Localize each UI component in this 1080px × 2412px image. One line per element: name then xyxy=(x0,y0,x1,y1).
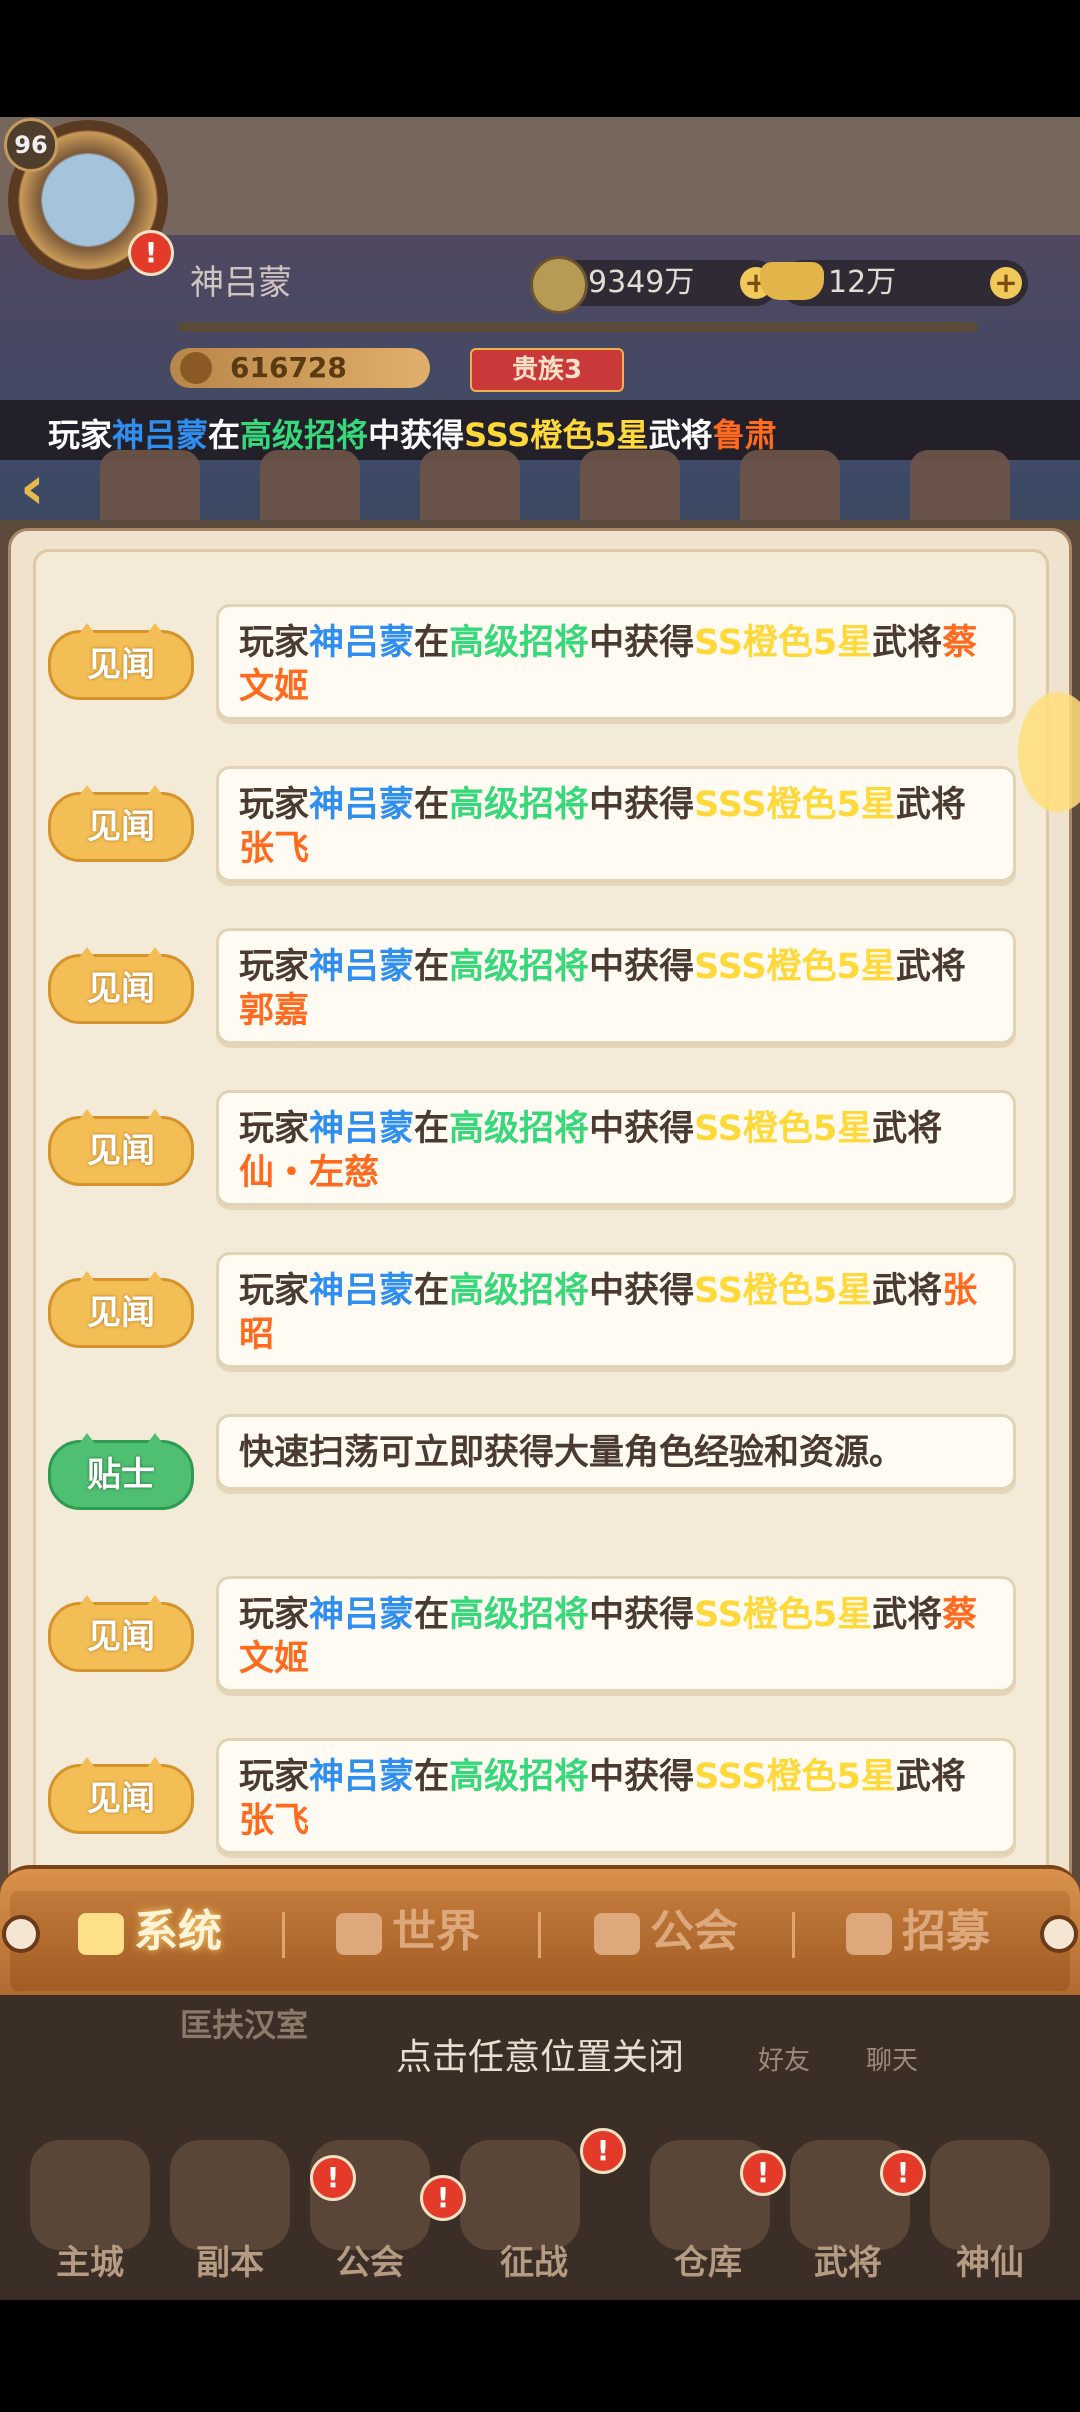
nav-label-battle[interactable]: 征战 xyxy=(500,2235,568,2284)
message-bubble: 玩家神吕蒙在高级招将中获得SS橙色5星武将蔡文姬 xyxy=(216,604,1016,720)
alert-badge: ! xyxy=(580,2128,626,2174)
tip-tag: 贴士 xyxy=(48,1433,194,1510)
system-nav-strip xyxy=(0,2300,1080,2412)
list-item: 见闻 玩家神吕蒙在高级招将中获得SS橙色5星武将张昭 xyxy=(0,1238,1080,1368)
tab-divider xyxy=(282,1912,285,1958)
alert-badge: ! xyxy=(740,2150,786,2196)
megaphone-icon xyxy=(78,1913,124,1955)
news-tag: 见闻 xyxy=(48,1757,194,1834)
coin-amount: 9349万 xyxy=(588,265,695,300)
guild-flag-icon xyxy=(594,1913,640,1955)
message-bubble: 玩家神吕蒙在高级招将中获得SSS橙色5星武将 郭嘉 xyxy=(216,928,1016,1044)
tab-recruit[interactable]: 招募 xyxy=(846,1902,990,1962)
news-tag: 见闻 xyxy=(48,785,194,862)
back-arrow-icon[interactable]: ‹ xyxy=(20,458,60,518)
power-display: 616728 xyxy=(170,348,430,388)
nav-label-storage[interactable]: 仓库 xyxy=(674,2235,742,2284)
paw-icon xyxy=(180,352,212,384)
close-hint[interactable]: 点击任意位置关闭 xyxy=(0,2028,1080,2080)
add-gold-button[interactable]: + xyxy=(990,267,1022,299)
list-item: 见闻 玩家神吕蒙在高级招将中获得SSS橙色5星武将 张飞 xyxy=(0,752,1080,882)
tab-system[interactable]: 系统 xyxy=(78,1902,222,1962)
rope-knot-right-icon xyxy=(1040,1915,1078,1953)
tab-divider xyxy=(538,1912,541,1958)
list-item: 见闻 玩家神吕蒙在高级招将中获得SS橙色5星武将仙・左慈 xyxy=(0,1076,1080,1206)
recruit-icon xyxy=(846,1913,892,1955)
nav-label-immortal[interactable]: 神仙 xyxy=(956,2235,1024,2284)
battle-icon[interactable] xyxy=(460,2140,580,2250)
sword-icon[interactable] xyxy=(170,2140,290,2250)
noble-rank-badge[interactable]: 贵族3 xyxy=(470,348,624,392)
list-item: 见闻 玩家神吕蒙在高级招将中获得SS橙色5星武将蔡文姬 xyxy=(0,1562,1080,1692)
coin-icon xyxy=(530,256,588,314)
nav-label-heroes[interactable]: 武将 xyxy=(814,2235,882,2284)
message-bubble: 玩家神吕蒙在高级招将中获得SS橙色5星武将蔡文姬 xyxy=(216,1576,1016,1692)
message-bubble: 玩家神吕蒙在高级招将中获得SSS橙色5星武将 张飞 xyxy=(216,1738,1016,1854)
immortal-cat-icon[interactable] xyxy=(930,2140,1050,2250)
list-item: 贴士 快速扫荡可立即获得大量角色经验和资源。 xyxy=(0,1400,1080,1530)
news-tag: 见闻 xyxy=(48,947,194,1024)
news-tag: 见闻 xyxy=(48,1271,194,1348)
player-name: 神吕蒙 xyxy=(190,263,292,303)
nav-label-dungeon[interactable]: 副本 xyxy=(196,2235,264,2284)
list-item: 见闻 玩家神吕蒙在高级招将中获得SSS橙色5星武将 郭嘉 xyxy=(0,914,1080,1044)
alert-badge: ! xyxy=(420,2175,466,2221)
nav-label-guild[interactable]: 公会 xyxy=(336,2235,404,2284)
news-tag: 见闻 xyxy=(48,1109,194,1186)
list-item: 见闻 玩家神吕蒙在高级招将中获得SS橙色5星武将蔡文姬 xyxy=(0,590,1080,720)
alert-badge: ! xyxy=(310,2155,356,2201)
tab-guild[interactable]: 公会 xyxy=(594,1902,738,1962)
news-tag: 见闻 xyxy=(48,1595,194,1672)
power-value: 616728 xyxy=(230,351,347,384)
message-bubble: 玩家神吕蒙在高级招将中获得SS橙色5星武将张昭 xyxy=(216,1252,1016,1368)
news-tag: 见闻 xyxy=(48,623,194,700)
nav-label-city[interactable]: 主城 xyxy=(56,2235,124,2284)
message-bubble: 玩家神吕蒙在高级招将中获得SSS橙色5星武将 张飞 xyxy=(216,766,1016,882)
gold-ingot-icon xyxy=(760,262,824,300)
coin-counter: 9349万 + xyxy=(530,256,778,314)
list-item: 见闻 玩家神吕蒙在高级招将中获得SSS橙色5星武将 张飞 xyxy=(0,1724,1080,1854)
experience-bar xyxy=(178,322,978,332)
avatar-alert-badge: ! xyxy=(128,230,174,276)
level-badge: 96 xyxy=(4,118,58,172)
tab-world[interactable]: 世界 xyxy=(336,1902,480,1962)
gold-amount: 12万 xyxy=(828,265,897,300)
message-bubble: 快速扫荡可立即获得大量角色经验和资源。 xyxy=(216,1414,1016,1490)
cat-face-icon xyxy=(336,1913,382,1955)
alert-badge: ! xyxy=(880,2150,926,2196)
rope-knot-left-icon xyxy=(2,1915,40,1953)
gold-counter: 12万 + xyxy=(760,260,1028,306)
tab-divider xyxy=(792,1912,795,1958)
home-icon[interactable] xyxy=(30,2140,150,2250)
message-bubble: 玩家神吕蒙在高级招将中获得SS橙色5星武将仙・左慈 xyxy=(216,1090,1016,1206)
